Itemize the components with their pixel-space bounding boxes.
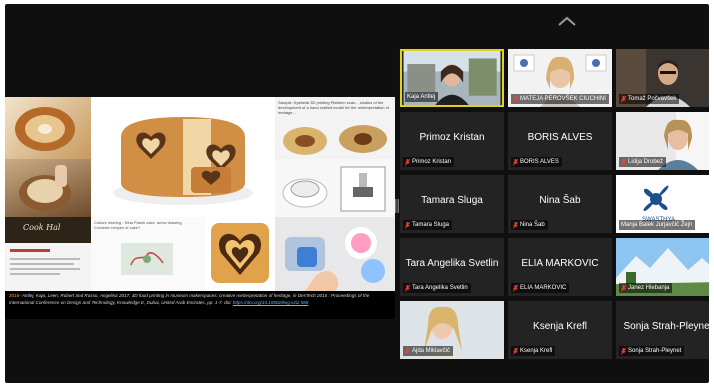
photo-cake-decorating xyxy=(5,159,91,217)
mic-muted-icon xyxy=(620,158,627,166)
participant-name-tag: Sonja Strah-Pleynet xyxy=(619,346,685,356)
participant-name-tag: Ksenja Krefl xyxy=(511,346,556,356)
participant-display-name: BORIS ALVES xyxy=(527,132,593,143)
participant-display-name: Ksenja Krefl xyxy=(533,321,587,332)
participant-name-tag: ELIA MARKOVIC xyxy=(511,283,570,293)
participant-name-tag: Primoz Kristan xyxy=(403,157,455,167)
photo-heart-cookie xyxy=(205,217,275,291)
chevron-up-icon[interactable] xyxy=(555,14,579,28)
mic-muted-icon xyxy=(620,284,627,292)
caption-citation: Antlej, Kaja, Leen, Robert and Russo, An… xyxy=(9,293,370,305)
participant-name-label: Primoz Kristan xyxy=(412,159,452,165)
mic-muted-icon xyxy=(512,158,519,166)
participant-display-name: ELIA MARKOVIC xyxy=(521,258,599,269)
participant-name-label: BORIS ALVES xyxy=(520,159,559,165)
participant-tile[interactable]: Primoz Kristan Primoz Kristan xyxy=(400,112,504,170)
participant-name-tag: Tomaž Počvavšek xyxy=(619,94,680,104)
participant-name-label: Sonja Strah-Pleynet xyxy=(628,348,682,354)
caption-doi-link[interactable]: https://doi.org/10.18502/keg.v2i2.588 xyxy=(233,300,309,305)
photo-cake-slices: Sample: Kyebelai 3D printing Platform sc… xyxy=(275,97,395,159)
slide-caption: 2016- Antlej, Kaja, Leen, Robert and Rus… xyxy=(5,291,395,319)
participant-name-label: Ksenja Krefl xyxy=(520,348,553,354)
photo-printed-gummies xyxy=(275,217,395,291)
participant-tile[interactable]: Tomaž Počvavšek xyxy=(616,49,709,107)
caption-year: 2016- xyxy=(9,293,21,298)
photo-heart-pattern-cake xyxy=(91,97,275,217)
participant-name-label: MATEJA PEROVŠEK CIUCHINI xyxy=(520,96,606,102)
participant-name-label: Kaja Antlej xyxy=(407,94,436,100)
participant-name-tag: Ajda Miklavčič xyxy=(403,346,454,356)
participant-tile[interactable]: Kaja Antlej xyxy=(400,49,504,107)
participant-name-tag: BORIS ALVES xyxy=(511,157,562,167)
participant-name-label: ELIA MARKOVIC xyxy=(520,285,567,291)
document-thumbnail xyxy=(5,243,91,291)
participant-tile[interactable]: Ksenja Krefl Ksenja Krefl xyxy=(508,301,612,359)
participant-name-tag: Manja Balek Jurjavčič Žejn xyxy=(619,220,696,230)
participant-name-label: Nina Šab xyxy=(520,222,545,228)
participant-tile[interactable]: Nina Šab Nina Šab xyxy=(508,175,612,233)
mic-muted-icon xyxy=(620,95,627,103)
participant-name-tag: Lidija Drobež xyxy=(619,157,667,167)
participant-display-name: Sonja Strah-Pleynet xyxy=(623,321,709,332)
participant-display-name: Tara Angelika Svetlin xyxy=(405,258,499,269)
participant-display-name: Tamara Sluga xyxy=(421,195,483,206)
participant-name-label: Janez Hlebanja xyxy=(628,285,670,291)
research-text: Sample: Kyebelai 3D printing Platform sc… xyxy=(278,100,389,115)
participant-tile[interactable]: Janez Hlebanja xyxy=(616,238,709,296)
photo-bundt-cake xyxy=(5,97,91,159)
participant-name-label: Lidija Drobež xyxy=(628,159,664,165)
participant-name-tag: Janez Hlebanja xyxy=(619,283,673,293)
mic-muted-icon xyxy=(404,221,411,229)
mic-muted-icon xyxy=(404,158,411,166)
participant-tile[interactable]: BORIS ALVES BORIS ALVES xyxy=(508,112,612,170)
participant-tile[interactable]: Tara Angelika Svetlin Tara Angelika Svetl… xyxy=(400,238,504,296)
shared-screen[interactable]: Cook Hal Culture sharing - Nina Pasek ca… xyxy=(5,97,395,319)
cook-book-cover: Cook Hal xyxy=(5,217,91,243)
participant-name-label: Tara Angelika Svetlin xyxy=(412,285,468,291)
web-page-title: Culture sharing - Nina Pasek cake, anew … xyxy=(94,220,182,230)
participant-name-tag: Nina Šab xyxy=(511,220,548,230)
participant-name-tag: Kaja Antlej xyxy=(405,92,439,102)
participant-name-label: Tamara Sluga xyxy=(412,222,450,228)
participant-tile[interactable]: Tamara Sluga Tamara Sluga xyxy=(400,175,504,233)
participant-tile[interactable]: Sonja Strah-Pleynet Sonja Strah-Pleynet xyxy=(616,301,709,359)
participant-name-label: Manja Balek Jurjavčič Žejn xyxy=(621,222,693,228)
participant-tile[interactable]: ELIA MARKOVIC ELIA MARKOVIC xyxy=(508,238,612,296)
participant-name-label: Ajda Miklavčič xyxy=(412,348,451,354)
participant-name-tag: Tara Angelika Svetlin xyxy=(403,283,471,293)
mic-muted-icon xyxy=(512,347,519,355)
mic-muted-icon xyxy=(512,221,519,229)
participant-tile[interactable]: MATEJA PEROVŠEK CIUCHINI xyxy=(508,49,612,107)
participant-tile[interactable]: SWASTHYAManja Balek Jurjavčič Žejn xyxy=(616,175,709,233)
splitter-handle[interactable] xyxy=(395,199,399,213)
mic-muted-icon xyxy=(620,347,627,355)
cook-book-label: Cook Hal xyxy=(23,223,61,232)
participant-tile[interactable]: Lidija Drobež xyxy=(616,112,709,170)
mic-muted-icon xyxy=(512,284,519,292)
participant-name-tag: Tamara Sluga xyxy=(403,220,453,230)
participant-display-name: Primoz Kristan xyxy=(419,132,485,143)
participant-display-name: Nina Šab xyxy=(539,195,581,206)
photo-3d-printer xyxy=(275,159,395,217)
meeting-window: Cook Hal Culture sharing - Nina Pasek ca… xyxy=(5,4,709,383)
mic-muted-icon xyxy=(404,347,411,355)
participant-name-tag: MATEJA PEROVŠEK CIUCHINI xyxy=(511,94,609,104)
web-page-screenshot: Culture sharing - Nina Pasek cake, anew … xyxy=(91,217,205,291)
mic-muted-icon xyxy=(512,95,519,103)
participant-tile[interactable]: Ajda Miklavčič xyxy=(400,301,504,359)
mic-muted-icon xyxy=(404,284,411,292)
participant-name-label: Tomaž Počvavšek xyxy=(628,96,677,102)
